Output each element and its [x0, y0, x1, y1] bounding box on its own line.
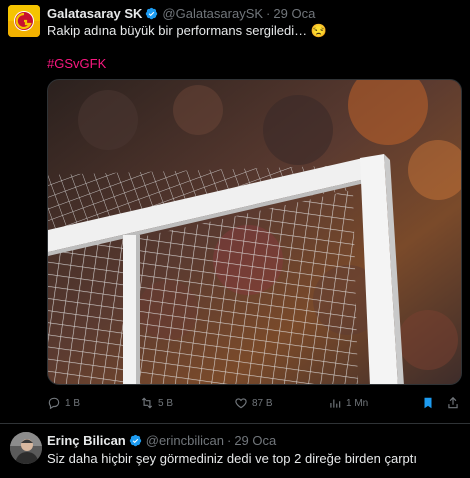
- verified-badge-icon: [129, 434, 141, 447]
- action-bar: 1 B 5 B 87 B 1 Mn: [47, 396, 462, 414]
- verified-badge-icon: [146, 7, 158, 20]
- reply-button[interactable]: 1 B: [47, 396, 80, 410]
- author-handle[interactable]: @erincbilican: [146, 433, 224, 448]
- separator-dot: ·: [266, 6, 271, 21]
- bookmark-button[interactable]: [421, 396, 435, 410]
- views-count: 1 Mn: [346, 397, 369, 409]
- tweet-header: Galatasaray SK @GalatasaraySK · 29 Oca: [47, 6, 315, 21]
- tweet-erinc-bilican[interactable]: Erinç Bilican @erincbilican · 29 Oca Siz…: [0, 424, 470, 478]
- retweet-button[interactable]: 5 B: [140, 396, 173, 410]
- tweet-galatasaray[interactable]: Galatasaray SK @GalatasaraySK · 29 Oca R…: [0, 0, 470, 424]
- hashtag-link[interactable]: #GSvGFK: [47, 56, 106, 72]
- share-icon: [448, 396, 458, 409]
- author-handle[interactable]: @GalatasaraySK: [162, 6, 263, 21]
- views-button[interactable]: 1 Mn: [328, 396, 368, 410]
- goal-net-photo: [48, 80, 461, 384]
- author-name[interactable]: Galatasaray SK: [47, 6, 142, 21]
- separator-dot: ·: [226, 433, 232, 448]
- avatar[interactable]: [8, 5, 40, 37]
- bookmark-filled-icon: [424, 397, 432, 409]
- tweet-text: Siz daha hiçbir şey görmediniz dedi ve t…: [47, 451, 417, 466]
- tweet-text: Rakip adına büyük bir performans sergile…: [47, 23, 327, 38]
- like-button[interactable]: 87 B: [234, 396, 273, 410]
- reply-count: 1 B: [65, 397, 81, 409]
- reply-icon: [48, 397, 60, 410]
- avatar[interactable]: [10, 432, 42, 464]
- tweet-photo[interactable]: [47, 79, 462, 385]
- heart-icon: [235, 398, 247, 409]
- user-avatar-icon: [10, 432, 42, 464]
- retweet-count: 5 B: [158, 397, 174, 409]
- like-count: 87 B: [252, 397, 273, 409]
- author-name[interactable]: Erinç Bilican: [47, 433, 126, 448]
- tweet-date[interactable]: 29 Oca: [234, 433, 276, 448]
- tweet-header: Erinç Bilican @erincbilican · 29 Oca: [47, 433, 276, 448]
- galatasaray-logo-icon: [8, 5, 40, 37]
- views-icon: [330, 399, 341, 408]
- retweet-icon: [141, 397, 153, 409]
- share-button[interactable]: [446, 396, 460, 410]
- tweet-date[interactable]: 29 Oca: [273, 6, 315, 21]
